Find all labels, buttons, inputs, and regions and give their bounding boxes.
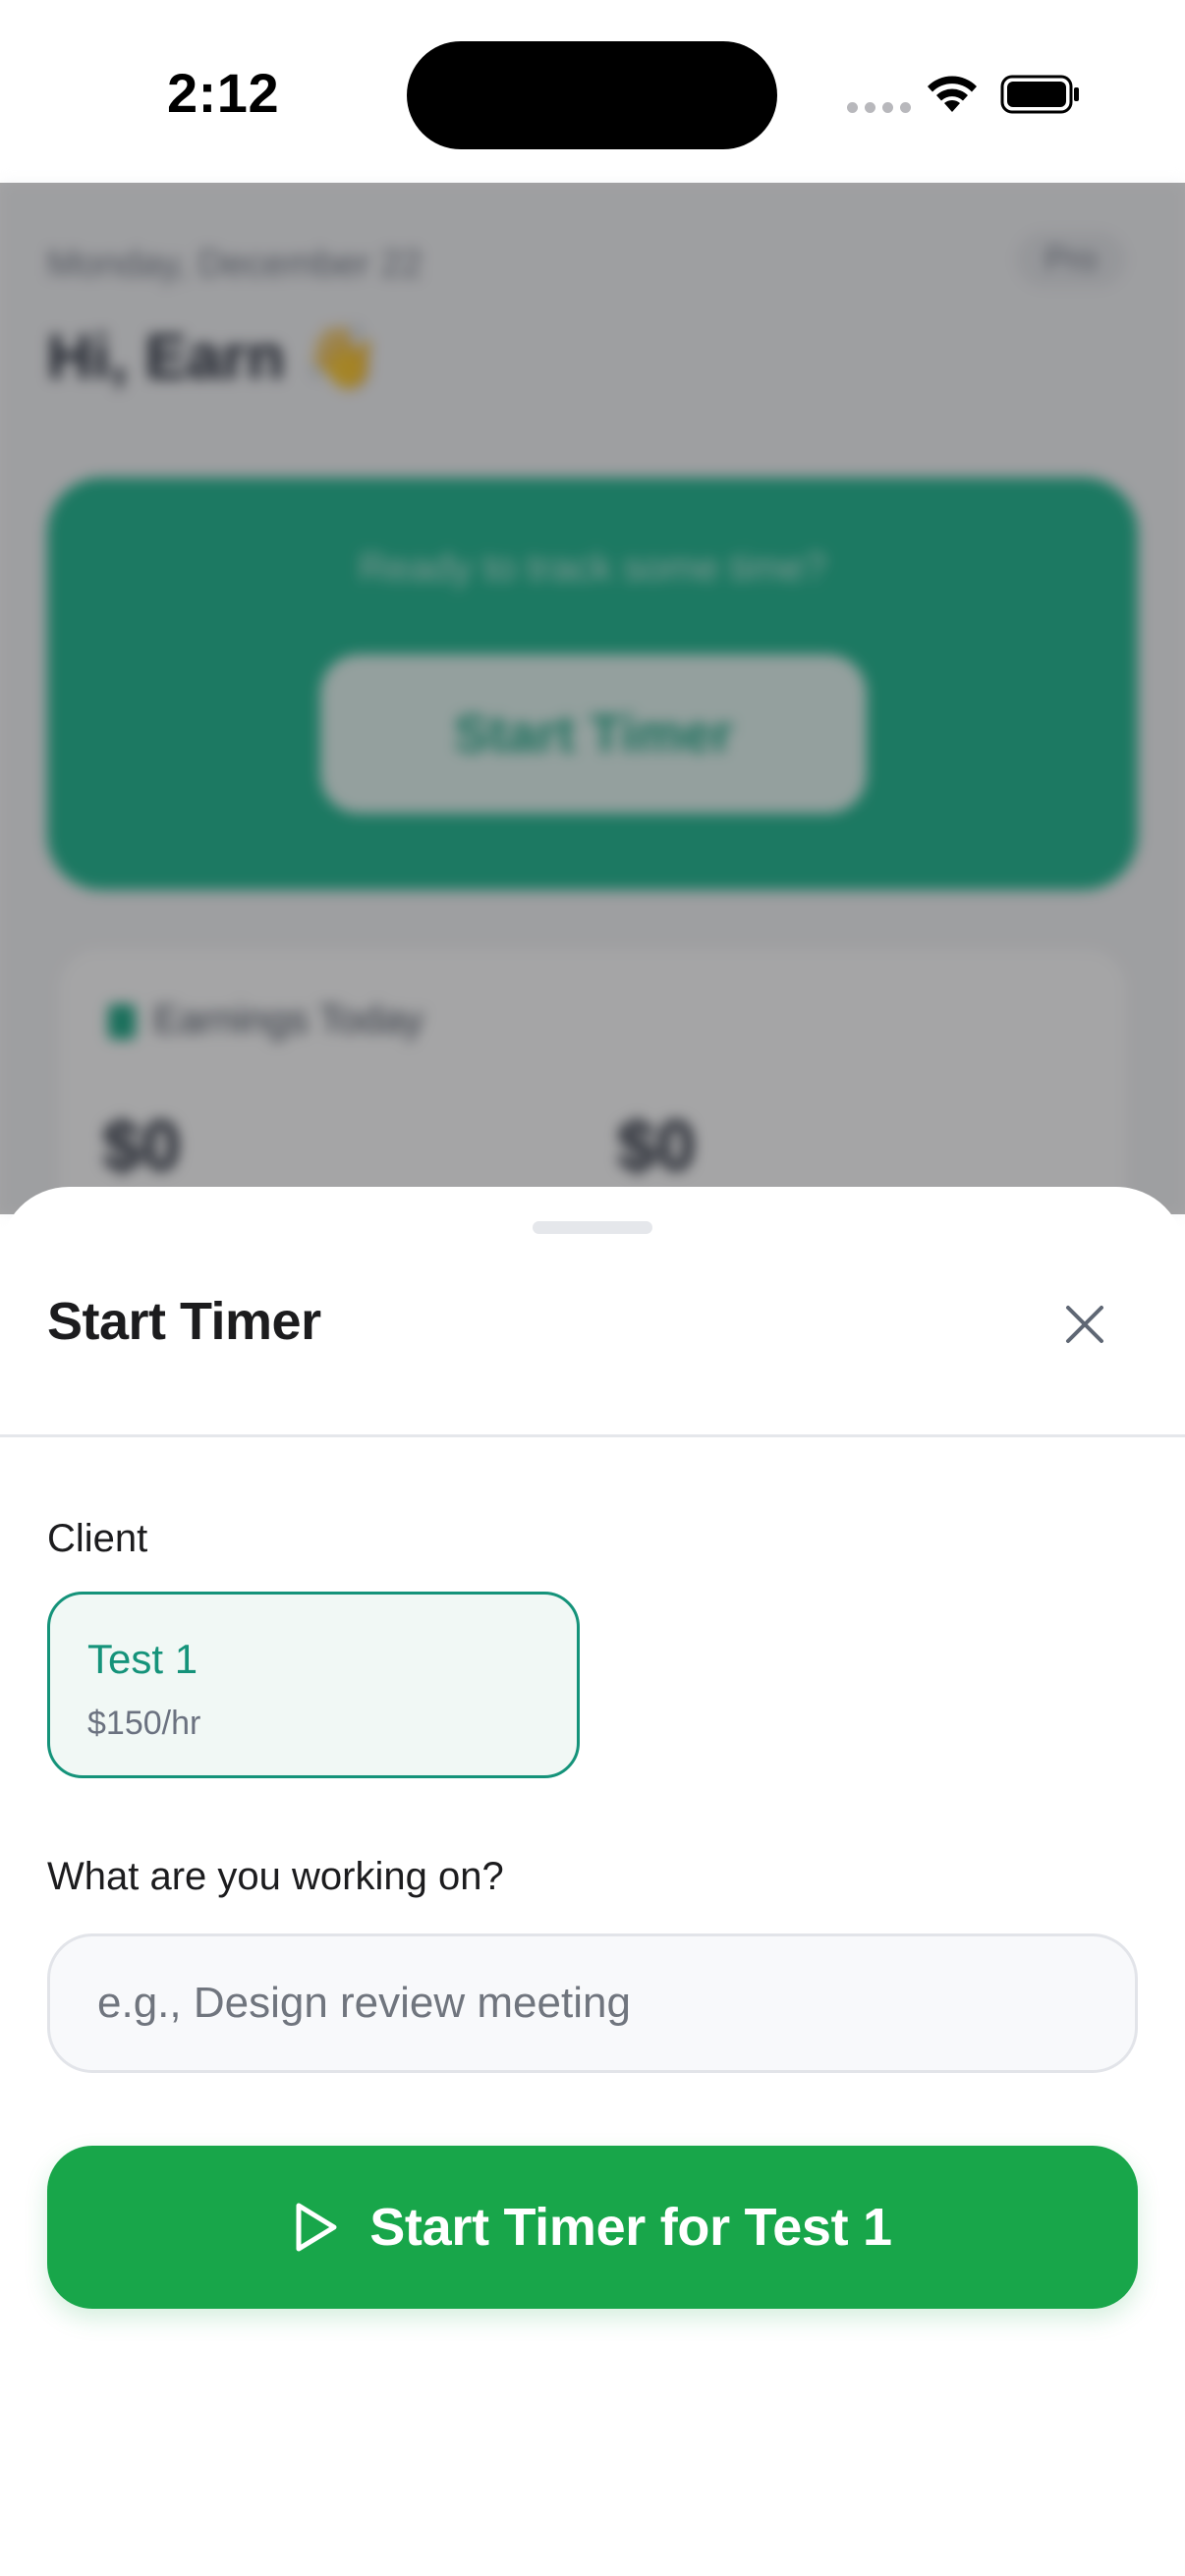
play-icon — [296, 2203, 337, 2252]
status-time: 2:12 — [167, 62, 280, 124]
status-bar: 2:12 — [0, 0, 1185, 183]
task-description-input[interactable] — [47, 1933, 1138, 2073]
sheet-title: Start Timer — [47, 1292, 321, 1351]
start-timer-button-label: Start Timer for Test 1 — [369, 2198, 892, 2257]
sheet-grabber[interactable] — [533, 1221, 652, 1234]
cellular-signal-icon — [847, 102, 911, 113]
modal-scrim[interactable] — [0, 183, 1185, 1214]
client-rate: $150/hr — [87, 1705, 201, 1742]
header-divider — [0, 1434, 1185, 1437]
start-timer-sheet: Start Timer Client Test 1 $150/hr What a… — [0, 1187, 1185, 2576]
dynamic-island — [407, 41, 777, 149]
task-label: What are you working on? — [47, 1855, 504, 1898]
client-name: Test 1 — [87, 1636, 198, 1682]
battery-icon — [1000, 75, 1079, 114]
client-option-test-1[interactable]: Test 1 $150/hr — [47, 1592, 580, 1778]
client-label: Client — [47, 1517, 148, 1560]
close-icon — [1066, 1306, 1103, 1343]
close-button[interactable] — [1049, 1289, 1120, 1360]
wifi-icon — [928, 76, 977, 112]
start-timer-button[interactable]: Start Timer for Test 1 — [47, 2146, 1138, 2309]
